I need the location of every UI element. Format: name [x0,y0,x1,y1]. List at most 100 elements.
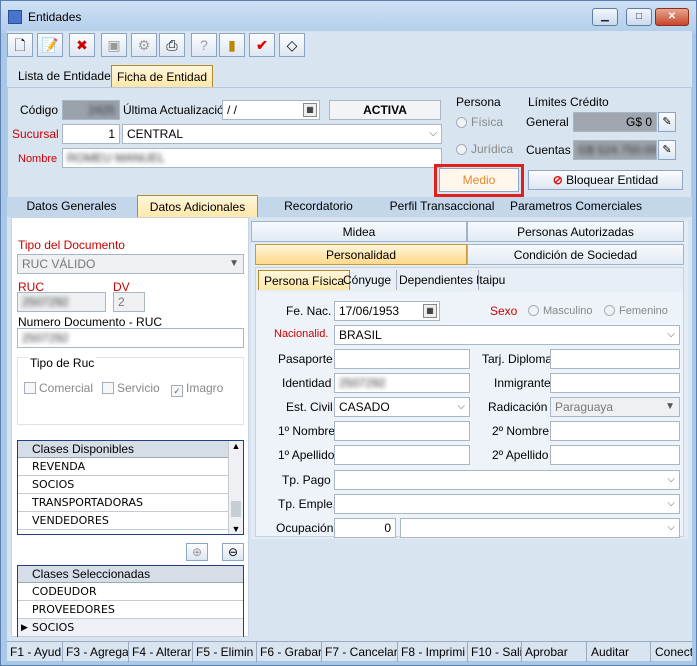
maximize-button[interactable]: □ [626,8,652,26]
exit-door-icon[interactable]: ▮ [219,33,245,57]
est-civil-label: Est. Civil [286,400,333,414]
masculino-radio[interactable]: Masculino [528,305,593,317]
nacionalid-select[interactable]: BRASIL ⌵ [334,325,680,345]
list-item[interactable]: CODEUDOR [18,583,243,601]
scroll-down-icon[interactable]: ▼ [229,524,243,534]
scrollbar[interactable]: ▲ ▼ [228,441,243,534]
tab-conyuge[interactable]: Cónyuge [338,270,398,290]
edit-pencil-icon[interactable]: ✎ [658,140,676,160]
minimize-button[interactable]: ▁ [592,8,618,26]
tab-lista-entidades[interactable]: Lista de Entidades [13,65,122,87]
scroll-up-icon[interactable]: ▲ [229,441,243,451]
tab-midea[interactable]: Midea [251,221,467,242]
f3-agregar-button[interactable]: F3 - Agrega [63,642,129,662]
tab-itaipu[interactable]: Itaipu [471,270,510,290]
print-icon[interactable]: ⎙ [159,33,185,57]
f1-ayuda-button[interactable]: F1 - Ayud [7,642,63,662]
calendar-icon[interactable]: ▦ [303,103,317,117]
edit-document-icon[interactable]: 📝 [37,33,63,57]
tab-dependientes[interactable]: Dependientes [394,270,480,290]
aprobar-button[interactable]: Aprobar [522,642,587,662]
sucursal-number-field[interactable]: 1 [62,124,120,144]
comercial-checkbox[interactable]: Comercial [24,381,93,395]
tab-personas-autorizadas[interactable]: Personas Autorizadas [467,221,684,242]
f7-cancelar-button[interactable]: F7 - Cancelar [322,642,398,662]
tab-perfil-transaccional[interactable]: Perfil Transaccional [381,196,503,217]
ultima-actualizacion-label: Última Actualización [123,103,231,117]
juridica-radio[interactable]: Jurídica [456,142,513,156]
numero-documento-field[interactable]: 2507292 [17,328,244,348]
tab-datos-adicionales[interactable]: Datos Adicionales [137,195,258,217]
tab-ficha-entidad[interactable]: Ficha de Entidad [111,65,214,87]
section-tabs: Datos Generales Datos Adicionales Record… [7,195,692,217]
est-civil-select[interactable]: CASADO ⌵ [334,397,470,417]
tipo-documento-select[interactable]: RUC VÁLIDO ▼ [17,254,244,274]
f5-eliminar-button[interactable]: F5 - Elimin [193,642,257,662]
remove-class-button[interactable]: ⊖ [222,543,244,561]
limites-credito-label: Límites Crédito [528,95,609,109]
close-button[interactable]: ✕ [655,8,689,26]
tab-recordatorio[interactable]: Recordatorio [260,196,377,217]
save-icon[interactable]: ▣ [101,33,127,57]
list-item[interactable]: REVENDA [18,458,243,476]
nacionalid-label: Nacionalid. [274,328,329,340]
tp-pago-select[interactable]: ⌵ [334,470,680,490]
scroll-thumb[interactable] [231,501,241,517]
f10-salir-button[interactable]: F10 - Sali [468,642,522,662]
tab-condicion-sociedad[interactable]: Condición de Sociedad [467,244,684,265]
f4-alterar-button[interactable]: F4 - Alterar [129,642,193,662]
tab-parametros-comerciales[interactable]: Parametros Comerciales [505,196,642,217]
tab-persona-fisica[interactable]: Persona Física [258,270,351,290]
pasaporte-field[interactable] [334,349,470,369]
nombre-field[interactable]: ROMEU MANUEL [62,148,442,168]
delete-icon[interactable]: ✖ [69,33,95,57]
f6-grabar-button[interactable]: F6 - Grabar [257,642,322,662]
tarj-diploma-field[interactable] [550,349,680,369]
primer-nombre-field[interactable] [334,421,470,441]
new-document-icon[interactable]: 🗋 [7,33,33,57]
calendar-icon[interactable]: ▦ [423,304,437,318]
auditar-button[interactable]: Auditar [587,642,651,662]
medio-button[interactable]: Medio [439,168,519,192]
tools-icon[interactable]: ⚙ [131,33,157,57]
segundo-apellido-field[interactable] [550,445,680,465]
radicacion-select[interactable]: Paraguaya ▼ [550,397,680,417]
add-class-button[interactable]: ⊕ [186,543,208,561]
persona-label: Persona [456,95,501,109]
tab-personalidad[interactable]: Personalidad [255,244,467,265]
imagro-checkbox[interactable]: ✓ Imagro [171,381,223,397]
servicio-checkbox[interactable]: Servicio [102,381,160,395]
tipo-ruc-label: Tipo de Ruc [28,356,97,370]
edit-pencil-icon[interactable]: ✎ [658,112,676,132]
femenino-radio[interactable]: Femenino [604,305,668,317]
list-item[interactable]: PROVEEDORES [18,601,243,619]
list-item[interactable]: TRANSPORTADORAS [18,494,243,512]
sucursal-select[interactable]: CENTRAL ⌵ [122,124,442,144]
primer-apellido-field[interactable] [334,445,470,465]
eraser-icon[interactable]: ◇ [279,33,305,57]
list-item[interactable]: ▶ SOCIOS [18,619,243,637]
identidad-field[interactable]: 2507292 [334,373,470,393]
inmigrante-field[interactable] [550,373,680,393]
bloquear-entidad-button[interactable]: ⊘ Bloquear Entidad [528,170,683,190]
ocupacion-code-field[interactable]: 0 [334,518,396,538]
f8-imprimir-button[interactable]: F8 - Imprimi [398,642,468,662]
ultima-actualizacion-field[interactable]: / / ▦ [222,100,320,120]
list-item[interactable]: SOCIOS [18,476,243,494]
dv-field: 2 [113,292,145,312]
segundo-nombre-field[interactable] [550,421,680,441]
toolbar: 🗋 📝 ✖ ▣ ⚙ ⎙ ? ▮ ✔ ◇ [7,33,307,59]
conectar-button[interactable]: Conect [651,642,692,662]
chevron-down-icon: ▼ [229,258,239,269]
chevron-down-icon: ⌵ [667,329,675,340]
help-icon[interactable]: ? [191,33,217,57]
tp-emple-select[interactable]: ⌵ [334,494,680,514]
check-icon[interactable]: ✔ [249,33,275,57]
status-bar: F1 - Ayud F3 - Agrega F4 - Alterar F5 - … [7,641,692,662]
fe-nac-field[interactable]: 17/06/1953 ▦ [334,301,440,321]
ocupacion-select[interactable]: ⌵ [400,518,680,538]
list-item[interactable]: VENDEDORES [18,512,243,530]
tab-datos-generales[interactable]: Datos Generales [9,196,134,217]
fisica-radio[interactable]: Física [456,115,503,129]
codigo-field[interactable]: 2425 [62,100,120,120]
